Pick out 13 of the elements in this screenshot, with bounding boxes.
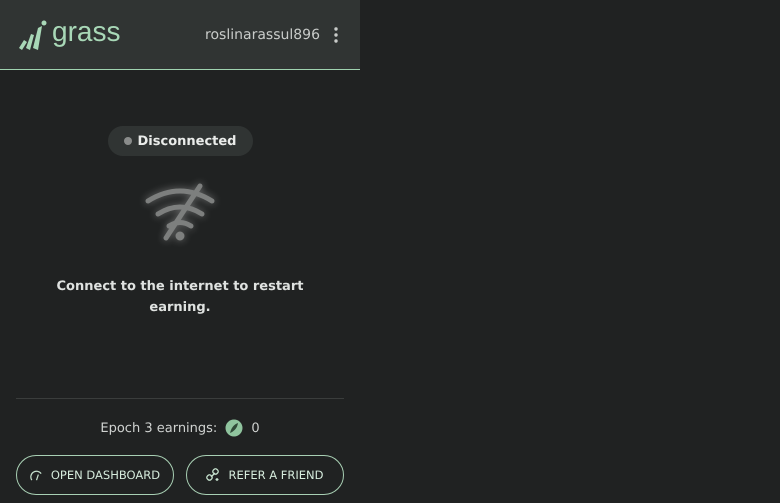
logo-text: grass [52,16,120,48]
status-message: Connect to the internet to restart earning. [56,278,304,317]
status-text: Disconnected [138,134,236,148]
refer-button[interactable]: REFER A FRIEND [186,455,344,495]
coin-icon [225,419,244,437]
earnings-value: 0 [251,420,260,436]
link-icon [206,468,220,482]
dashboard-button[interactable]: OPEN DASHBOARD [16,455,174,495]
earnings-label: Epoch 3 earnings: [100,420,218,436]
logo-icon [18,20,48,50]
more-icon [334,26,338,42]
username: roslinarassul896 [205,26,320,42]
gauge-icon [30,468,43,482]
